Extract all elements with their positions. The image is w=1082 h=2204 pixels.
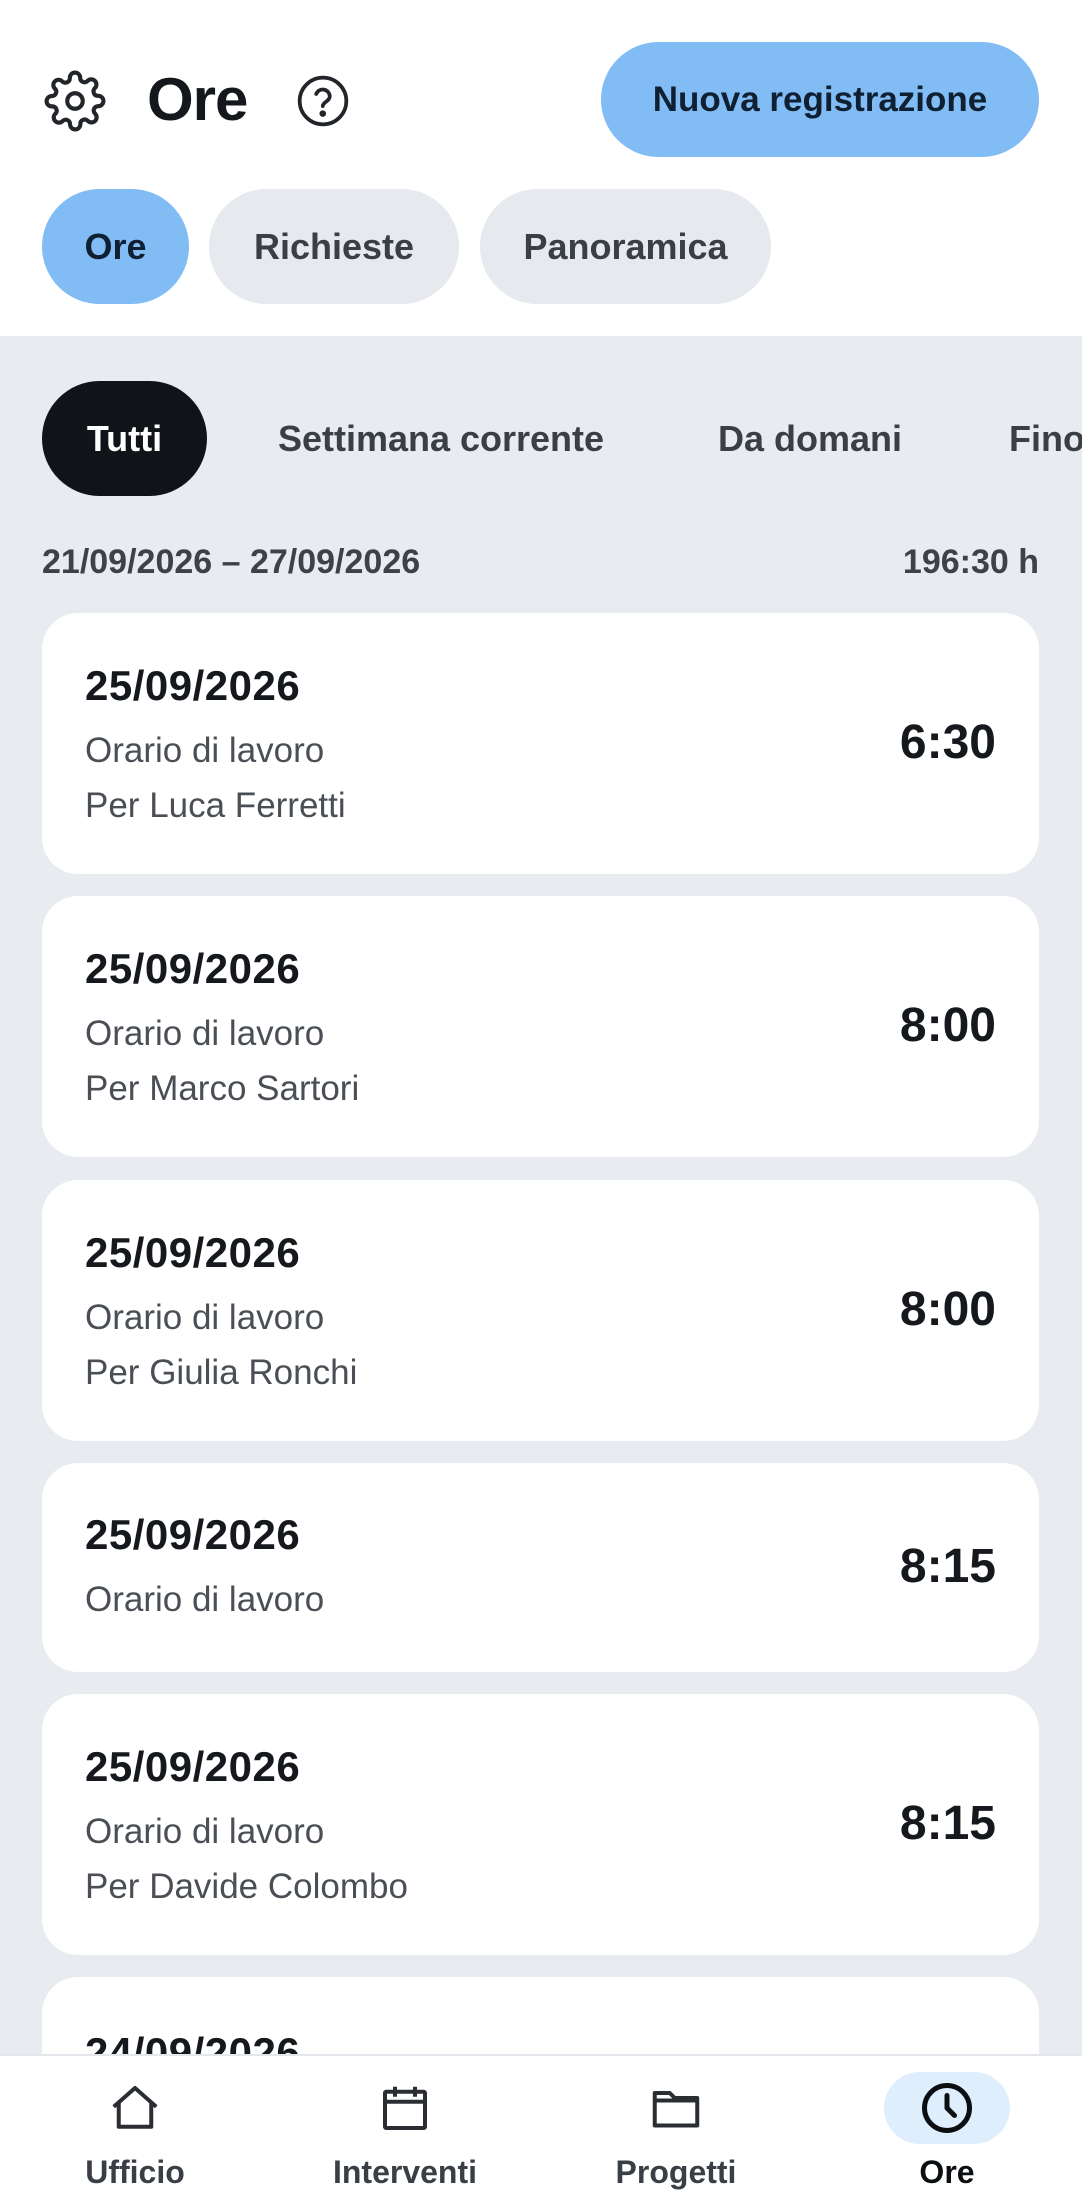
- entry-hours: 8:15: [899, 1540, 996, 1593]
- gear-icon[interactable]: [44, 70, 106, 132]
- home-icon: [112, 2086, 158, 2129]
- entry-type: Orario di lavoro: [85, 1298, 325, 1337]
- entry-card[interactable]: 25/09/2026 Orario di lavoro Per Luca Fer…: [42, 613, 1039, 874]
- tab-ore[interactable]: Ore: [42, 189, 189, 304]
- tab-richieste[interactable]: Richieste: [209, 189, 459, 304]
- entry-type: Orario di lavoro: [85, 1580, 325, 1619]
- entry-hours: 8:00: [899, 999, 996, 1052]
- entry-card[interactable]: 25/09/2026 Orario di lavoro Per Davide C…: [42, 1694, 1039, 1955]
- total-hours: 196:30 h: [902, 543, 1039, 581]
- filter-da-domani[interactable]: Da domani: [694, 381, 926, 496]
- entry-date: 25/09/2026: [85, 945, 301, 992]
- entry-date: 25/09/2026: [85, 662, 301, 709]
- entry-card[interactable]: 25/09/2026 Orario di lavoro Per Marco Sa…: [42, 896, 1039, 1157]
- entry-person: Per Luca Ferretti: [85, 786, 346, 825]
- entry-date: 25/09/2026: [85, 1229, 301, 1276]
- entry-person: Per Marco Sartori: [85, 1069, 360, 1108]
- help-icon[interactable]: [295, 73, 351, 129]
- entry-person: Per Davide Colombo: [85, 1867, 408, 1906]
- new-registration-button[interactable]: Nuova registrazione: [601, 42, 1039, 157]
- entry-hours: 8:00: [899, 1283, 996, 1336]
- page-title: Ore: [147, 66, 248, 133]
- entry-hours: 8:15: [899, 1797, 996, 1850]
- entry-card[interactable]: 25/09/2026 Orario di lavoro Per Giulia R…: [42, 1180, 1039, 1441]
- calendar-icon: [383, 2086, 427, 2130]
- nav-label: Ore: [919, 2154, 975, 2190]
- nav-ore[interactable]: Ore: [857, 2056, 1037, 2204]
- nav-label: Ufficio: [85, 2154, 185, 2190]
- entry-date: 25/09/2026: [85, 1511, 301, 1558]
- entry-date: 25/09/2026: [85, 1743, 301, 1790]
- folder-icon: [652, 2091, 700, 2128]
- nav-label: Progetti: [615, 2154, 737, 2190]
- entry-person: Per Giulia Ronchi: [85, 1353, 358, 1392]
- header: Ore Nuova registrazione Ore Richieste Pa…: [0, 0, 1082, 336]
- date-range: 21/09/2026 – 27/09/2026: [42, 543, 421, 581]
- entry-hours: 6:30: [899, 716, 996, 769]
- nav-ufficio[interactable]: Ufficio: [45, 2056, 225, 2204]
- entry-type: Orario di lavoro: [85, 1812, 325, 1851]
- filter-tutti[interactable]: Tutti: [42, 381, 207, 496]
- nav-label: Interventi: [332, 2154, 478, 2190]
- nav-interventi[interactable]: Interventi: [315, 2056, 495, 2204]
- clock-icon: [922, 2083, 972, 2133]
- entry-type: Orario di lavoro: [85, 1014, 325, 1053]
- entry-card[interactable]: 25/09/2026 Orario di lavoro 8:15: [42, 1463, 1039, 1672]
- filter-settimana-corrente[interactable]: Settimana corrente: [252, 381, 630, 496]
- entry-type: Orario di lavoro: [85, 731, 325, 770]
- nav-progetti[interactable]: Progetti: [586, 2056, 766, 2204]
- bottom-navigation: Ufficio Interventi Progetti Ore: [0, 2054, 1082, 2204]
- tab-panoramica[interactable]: Panoramica: [480, 189, 771, 304]
- filter-fino[interactable]: Fino: [1009, 381, 1082, 496]
